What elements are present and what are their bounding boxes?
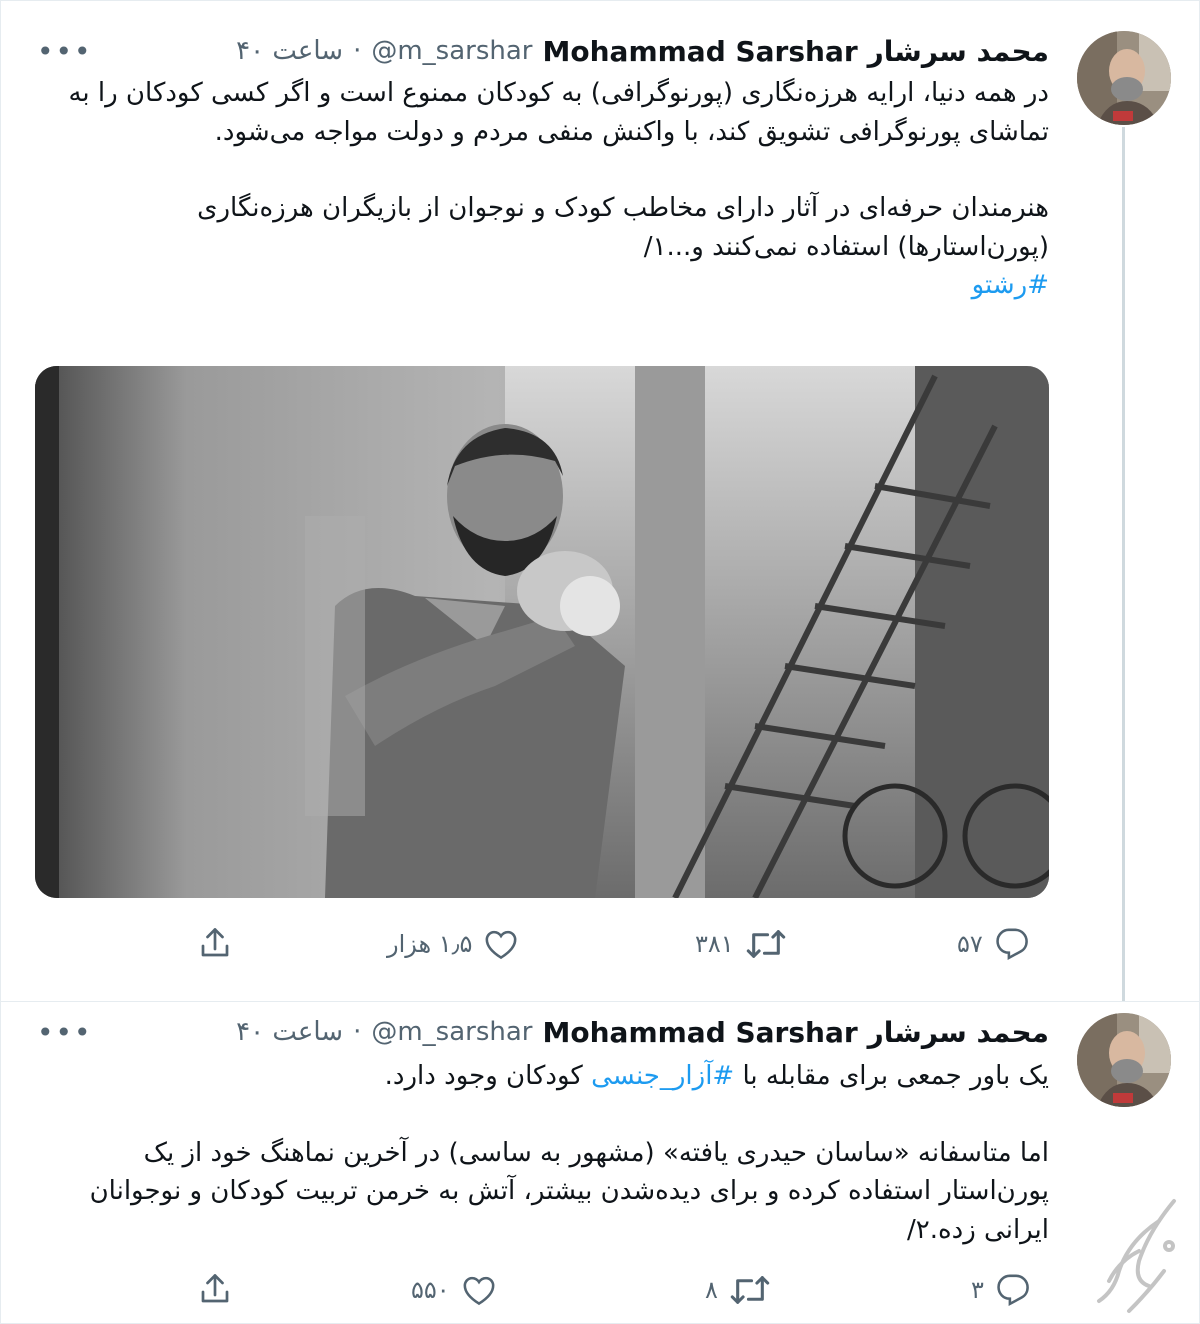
timestamp[interactable]: ۴۰ ساعت (236, 36, 343, 66)
tweet-divider (1, 1001, 1200, 1002)
separator: · (353, 36, 362, 66)
tweet-header: محمد سرشار Mohammad Sarshar @m_sarshar ·… (236, 31, 1049, 71)
handle[interactable]: @m_sarshar (371, 36, 532, 66)
display-name-fa[interactable]: محمد سرشار (868, 35, 1049, 68)
tweet-actions: ۳ ۸ ۵۵۰ (1, 1265, 1200, 1315)
display-name-en[interactable]: Mohammad Sarshar (543, 1016, 858, 1049)
retweet-count: ۳۸۱ (695, 930, 734, 958)
tweet-text: در همه دنیا، ارایه هرزه‌نگاری (پورنوگراف… (39, 74, 1049, 305)
avatar-photo (1077, 31, 1171, 125)
tweet-text: یک باور جمعی برای مقابله با #آزار_جنسی ک… (39, 1057, 1049, 1249)
tweet-paragraph: یک باور جمعی برای مقابله با #آزار_جنسی ک… (39, 1057, 1049, 1096)
watermark-logo (1097, 1199, 1176, 1313)
reply-count: ۵۷ (957, 930, 983, 958)
share-button[interactable] (197, 1271, 233, 1307)
separator: · (353, 1017, 362, 1047)
tweet-header: محمد سرشار Mohammad Sarshar @m_sarshar ·… (236, 1012, 1049, 1052)
avatar[interactable] (1077, 31, 1171, 125)
display-name-en[interactable]: Mohammad Sarshar (543, 35, 858, 68)
tweet-paragraph: اما متاسفانه «ساسان حیدری یافته» (مشهور … (89, 1137, 1049, 1245)
like-count: ۱٫۵ هزار (387, 930, 473, 958)
retweet-button[interactable]: ۳۸۱ (695, 927, 786, 961)
reply-icon (996, 928, 1028, 961)
reply-button[interactable]: ۳ (971, 1273, 1030, 1307)
more-options-icon[interactable]: ••• (37, 1016, 93, 1049)
heart-icon (485, 930, 517, 960)
hashtag-link[interactable]: #رشتو (972, 270, 1049, 300)
avatar[interactable] (1077, 1013, 1171, 1107)
text-segment: یک باور جمعی برای مقابله با (734, 1061, 1049, 1091)
like-button[interactable]: ۱٫۵ هزار (387, 927, 518, 961)
tweet-paragraph: در همه دنیا، ارایه هرزه‌نگاری (پورنوگراف… (68, 78, 1049, 147)
retweet-count: ۸ (705, 1276, 718, 1304)
display-name-fa[interactable]: محمد سرشار (868, 1016, 1049, 1049)
like-button[interactable]: ۵۵۰ (411, 1273, 496, 1307)
tweet-thread: محمد سرشار Mohammad Sarshar @m_sarshar ·… (0, 0, 1200, 1324)
reply-icon (997, 1274, 1029, 1307)
share-button[interactable] (197, 925, 233, 961)
share-icon (201, 928, 229, 957)
timestamp[interactable]: ۴۰ ساعت (236, 1017, 343, 1047)
share-icon (201, 1274, 229, 1303)
tweet-paragraph: هنرمندان حرفه‌ای در آثار دارای مخاطب کود… (197, 193, 1049, 262)
paragraph-spacer (39, 151, 1049, 189)
media-image[interactable] (35, 366, 1049, 898)
avatar-photo (1077, 1013, 1171, 1107)
video-still (35, 366, 1049, 898)
hashtag-link[interactable]: #آزار_جنسی (591, 1061, 734, 1091)
retweet-button[interactable]: ۸ (705, 1273, 770, 1307)
retweet-icon (746, 930, 785, 958)
like-count: ۵۵۰ (411, 1276, 450, 1304)
handle[interactable]: @m_sarshar (371, 1017, 532, 1047)
thread-line (1122, 127, 1125, 1001)
reply-button[interactable]: ۵۷ (957, 927, 1029, 961)
paragraph-spacer (39, 1096, 1049, 1134)
reply-count: ۳ (971, 1276, 984, 1304)
more-options-icon[interactable]: ••• (37, 35, 93, 68)
text-segment: کودکان وجود دارد. (384, 1061, 592, 1091)
heart-icon (463, 1276, 495, 1306)
tweet-actions: ۵۷ ۳۸۱ ۱٫۵ هزار (1, 919, 1200, 969)
retweet-icon (730, 1276, 770, 1304)
